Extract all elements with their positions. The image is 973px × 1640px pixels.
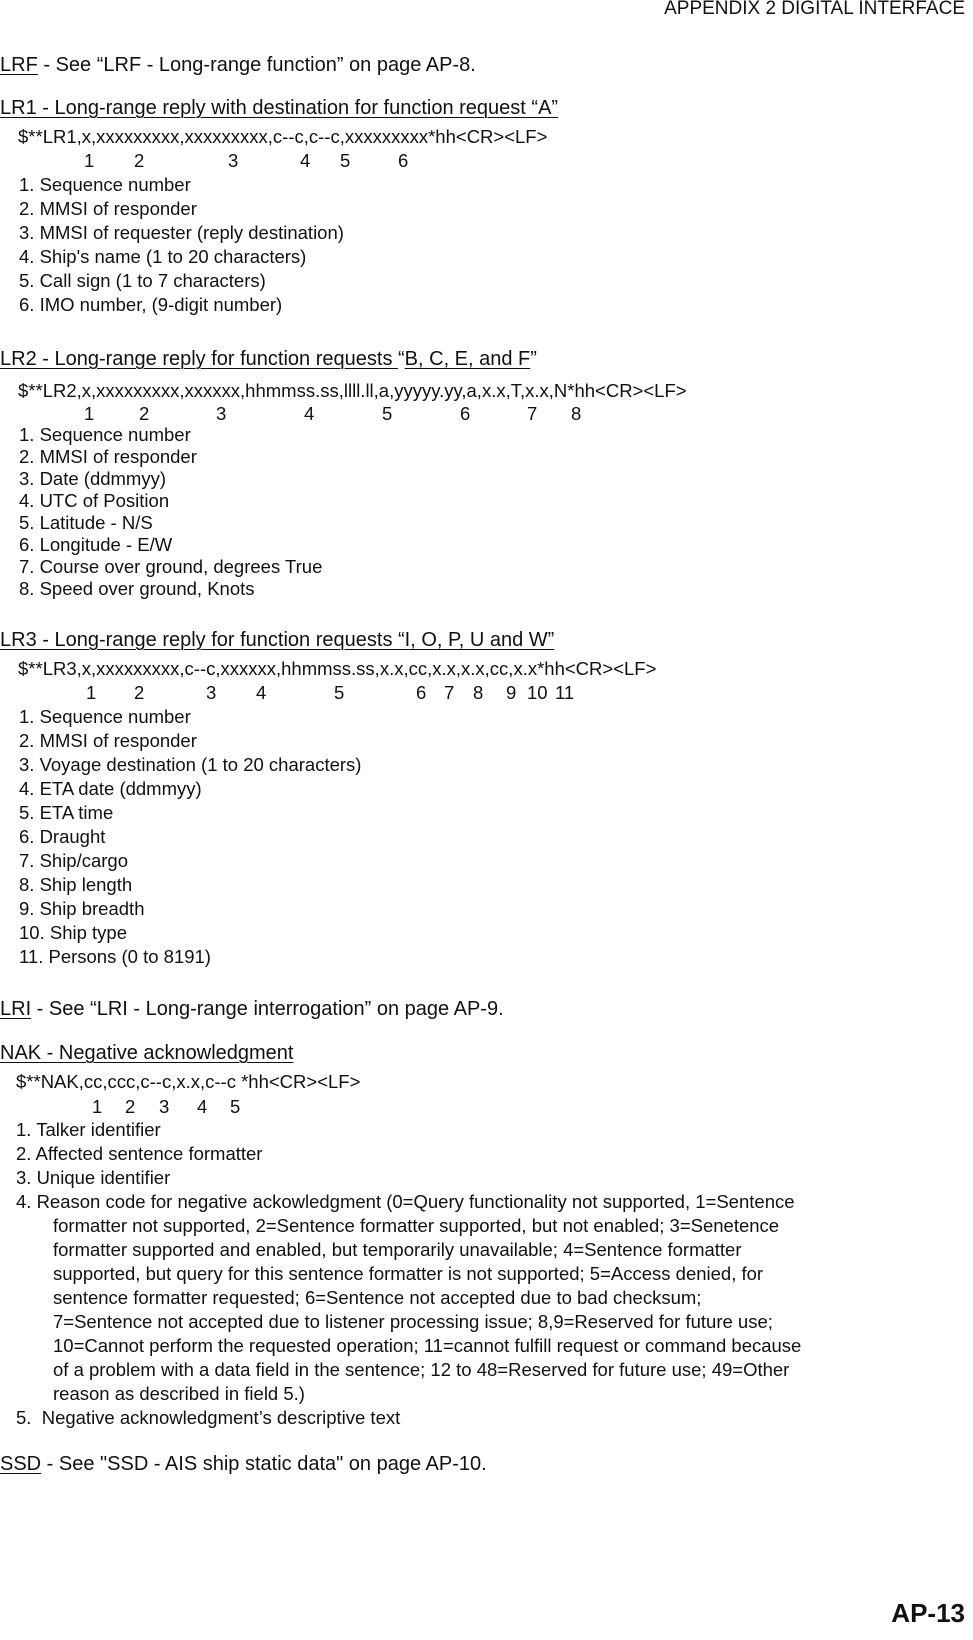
field-number: 2 [125,1096,136,1117]
list-item: 4. Ship's name (1 to 20 characters) [19,246,307,267]
list-item: 4. UTC of Position [19,490,170,511]
list-item: 3. Voyage destination (1 to 20 character… [19,754,362,775]
list-item: 5. ETA time [19,802,114,823]
field-number: 4 [256,682,267,703]
field-number: 5 [230,1096,241,1117]
lri-text: - See “LRI - Long-range interrogation” o… [31,998,504,1020]
field-number: 6 [416,682,427,703]
field-number: 4 [197,1096,208,1117]
list-item: 3. Date (ddmmyy) [19,468,167,489]
lr2-title-requests: B, C, E, and F [404,348,531,370]
lrf-code: LRF [0,54,38,76]
list-item: 11. Persons (0 to 8191) [19,946,211,967]
lr3-format: $**LR3,x,xxxxxxxxx,c--c,xxxxxx,hhmmss.ss… [18,658,657,679]
list-item: 3. Unique identifier [16,1167,171,1188]
list-item: 5. Negative acknowledgment’s descriptive… [16,1407,401,1428]
lr2-title-quote-open: “ [398,348,405,370]
lr2-format: $**LR2,x,xxxxxxxxx,xxxxxx,hhmmss.ss,llll… [18,380,687,401]
list-item: 5. Latitude - N/S [19,512,153,533]
reason-code-line: sentence formatter requested; 6=Sentence… [53,1287,702,1308]
field-number: 8 [571,403,582,424]
lr2-title-quote-close: ” [530,348,537,370]
field-number: 1 [84,150,95,171]
lr2-title-main: LR2 - Long-range reply for function requ… [0,348,398,370]
lri-code: LRI [0,998,32,1020]
reason-code-line: formatter supported and enabled, but tem… [53,1239,742,1260]
list-item: 4. ETA date (ddmmyy) [19,778,202,799]
reason-code-line: 10=Cannot perform the requested operatio… [53,1335,802,1356]
field-number: 3 [228,150,239,171]
list-item: 2. MMSI of responder [19,446,197,467]
field-number: 10 [527,682,548,703]
reason-code-line: reason as described in field 5.) [53,1383,305,1404]
list-item: 10. Ship type [19,922,127,943]
reason-code-line: of a problem with a data field in the se… [53,1359,790,1380]
list-item: 2. MMSI of responder [19,198,197,219]
list-item: 1. Talker identifier [16,1119,161,1140]
list-item: 1. Sequence number [19,174,191,195]
field-number: 4 [300,150,311,171]
field-number: 1 [84,403,95,424]
ssd-reference: SSD - See "SSD - AIS ship static data" o… [0,1453,487,1476]
list-item: 1. Sequence number [19,424,191,445]
ssd-text: - See "SSD - AIS ship static data" on pa… [41,1453,487,1475]
field-number: 4 [304,403,315,424]
list-item: 3. MMSI of requester (reply destination) [19,222,344,243]
list-item: 2. MMSI of responder [19,730,197,751]
ssd-code: SSD [0,1453,42,1475]
reason-code-line: supported, but query for this sentence f… [53,1263,764,1284]
field-number: 8 [473,682,484,703]
lrf-reference: LRF - See “LRF - Long-range function” on… [0,54,476,77]
field-number: 2 [134,682,145,703]
list-item: 6. Draught [19,826,106,847]
list-item: 2. Affected sentence formatter [16,1143,263,1164]
field-number: 7 [444,682,455,703]
reason-code-line: 4. Reason code for negative ackowledgmen… [16,1191,795,1212]
list-item-reason-codes: 4. Reason code for negative ackowledgmen… [16,1190,896,1406]
field-number: 9 [506,682,517,703]
list-item: 7. Course over ground, degrees True [19,556,323,577]
field-number: 5 [382,403,393,424]
lr1-format: $**LR1,x,xxxxxxxxx,xxxxxxxxx,c--c,c--c,x… [18,126,548,147]
field-number: 3 [206,682,217,703]
reason-code-line: formatter not supported, 2=Sentence form… [53,1215,780,1236]
field-number: 7 [527,403,538,424]
field-number: 6 [398,150,409,171]
list-item: 6. IMO number, (9-digit number) [19,294,283,315]
nak-title: NAK - Negative acknowledgment [0,1042,294,1064]
page-number: AP-13 [891,1598,965,1628]
field-number: 11 [555,682,575,703]
lr2-title: LR2 - Long-range reply for function requ… [0,348,537,371]
field-number: 5 [334,682,345,703]
list-item: 1. Sequence number [19,706,191,727]
field-number: 1 [86,682,97,703]
field-number: 1 [92,1096,103,1117]
field-number: 3 [159,1096,170,1117]
reason-code-line: 7=Sentence not accepted due to listener … [53,1311,773,1332]
list-item: 7. Ship/cargo [19,850,129,871]
list-item: 9. Ship breadth [19,898,145,919]
lr1-title: LR1 - Long-range reply with destination … [0,97,559,119]
lri-reference: LRI - See “LRI - Long-range interrogatio… [0,998,504,1021]
list-item: 8. Speed over ground, Knots [19,578,255,599]
field-number: 6 [460,403,471,424]
nak-format: $**NAK,cc,ccc,c--c,x.x,c--c *hh<CR><LF> [16,1071,361,1092]
field-number: 2 [134,150,145,171]
field-number: 2 [139,403,150,424]
list-item: 6. Longitude - E/W [19,534,173,555]
lr3-title: LR3 - Long-range reply for function requ… [0,629,555,651]
field-number: 3 [216,403,227,424]
field-number: 5 [340,150,351,171]
lrf-text: - See “LRF - Long-range function” on pag… [37,54,476,76]
page-header: APPENDIX 2 DIGITAL INTERFACE [664,0,965,19]
list-item: 8. Ship length [19,874,133,895]
list-item: 5. Call sign (1 to 7 characters) [19,270,266,291]
